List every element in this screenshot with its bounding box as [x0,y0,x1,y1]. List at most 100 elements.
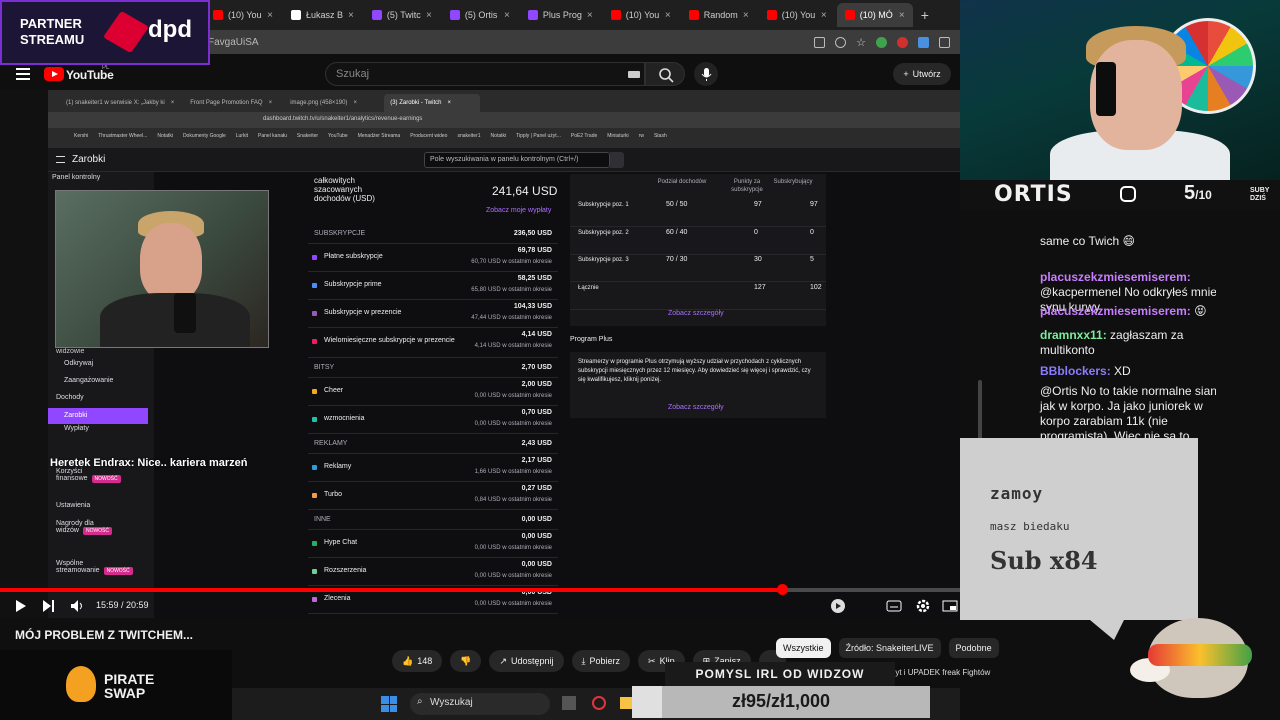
progress-bar[interactable] [0,584,960,595]
bookmark: rw [638,133,644,139]
taskbar-search[interactable]: ⌕ Wyszukaj [410,693,550,715]
filter-chip[interactable]: Podobne [948,638,999,658]
new-tab-icon[interactable]: + [921,7,929,23]
settings-icon[interactable] [915,598,931,614]
sidebar-item[interactable]: Zaangażowanie [48,377,148,384]
close-icon[interactable]: × [743,10,749,21]
sidebar-item[interactable]: Wspólne streamowanie NOWOŚĆ [48,560,148,575]
sidebar-item[interactable]: Wypłaty [48,425,148,432]
browser-tab[interactable]: (10) You × [603,3,679,27]
video-title[interactable]: MÓJ PROBLEM Z TWITCHEM... [15,628,193,642]
close-icon[interactable]: × [899,10,905,21]
pirate-line2: SWAP [104,685,146,701]
close-icon[interactable]: × [665,10,671,21]
sidebar-item[interactable]: Dochody [48,394,148,401]
category-swatch [312,283,317,288]
dpd-logo-text: dpd [148,16,192,43]
revenue-item: wzmocnienia 0,70 USD 0,00 USD w ostatnim o… [308,406,558,434]
bookmark: snakeiter1 [457,133,481,139]
browser-tab[interactable]: Plus Prog × [520,3,601,27]
dpd-cube-icon [102,10,150,54]
volume-icon[interactable] [70,599,86,613]
category-swatch [312,493,317,498]
subtitles-icon[interactable] [886,598,902,614]
close-icon[interactable]: × [267,10,273,21]
browser-tab[interactable]: (10) MÓ × [836,3,913,27]
windows-start-icon[interactable] [381,696,397,712]
item-value: 0,27 USD [521,485,552,492]
close-icon[interactable]: × [821,10,827,21]
browser-tab[interactable]: Łukasz B × [283,3,362,27]
menu-icon[interactable] [16,68,30,80]
item-label: Płatne subskrypcje [324,253,383,260]
item-value: 69,78 USD [517,247,552,254]
revenue-item: Subskrypcje w prezencie 104,33 USD 47,44 U… [308,300,558,328]
row-subs: 0 [810,229,814,236]
dislike-button[interactable]: 👎 [450,650,482,672]
adblock-icon[interactable] [897,36,908,48]
play-icon[interactable] [14,599,28,613]
filter-chip[interactable]: Źródło: SnakeiterLIVE [838,638,941,658]
tab-favicon-icon [527,10,538,20]
browser-tab[interactable]: (5) Ortis × [442,3,518,27]
voice-search-button[interactable] [694,62,718,86]
search-input[interactable]: Szukaj [325,62,645,86]
filter-chip[interactable]: Wszystkie [776,638,831,658]
table-row: Subskrypcje poz. 2 60 / 40 0 0 [570,229,826,255]
opera-icon[interactable] [592,696,606,710]
tab-favicon-icon [766,10,777,20]
extension-icon[interactable] [876,36,887,48]
video-player[interactable]: (1) snakeiter1 w serwisie X: „Jakby ki × F… [0,90,982,618]
sidebar-item[interactable]: Nagrody dla widzów NOWOŚĆ [48,520,148,535]
browser-tab[interactable]: (5) Twitc × [364,3,440,27]
next-icon[interactable] [42,599,56,613]
close-icon: × [268,100,273,106]
partner-line1: PARTNER [20,16,82,31]
donation-goal: zł95/zł1,000 [632,686,930,718]
star-icon[interactable]: ☆ [856,36,866,49]
microphone-icon [701,68,712,81]
facecam [55,190,269,348]
close-icon[interactable]: × [587,10,593,21]
item-previous: 1,66 USD w ostatnim okresie [474,469,552,475]
share-button[interactable]: ↗ Udostępnij [489,650,564,672]
sidebar-item[interactable]: Odkrywaj [48,360,148,367]
inner-tab-label: Front Page Promotion FAQ [190,100,263,106]
miniplayer-icon[interactable] [942,598,958,614]
cast-icon[interactable] [814,36,826,48]
close-icon: × [353,100,357,106]
close-icon[interactable]: × [426,10,432,21]
item-value: 4,14 USD [521,331,552,338]
browser-tab[interactable]: (10) You × [205,3,281,27]
zoom-icon[interactable] [835,36,847,48]
like-button[interactable]: 👍 148 [392,650,443,672]
section-value: 236,50 USD [513,230,552,237]
section-value: 2,70 USD [521,364,552,371]
payouts-link: Zobacz moje wypłaty [486,207,552,214]
close-icon[interactable]: × [348,10,354,21]
puzzle-icon[interactable] [939,36,950,48]
item-label: Reklamy [324,463,352,470]
browser-tab[interactable]: Random × [681,3,757,27]
close-icon[interactable]: × [504,10,510,21]
row-points: 0 [754,229,758,236]
row-name: Subskrypcje poz. 1 [578,202,629,208]
scrollbar [978,380,982,440]
sidebar-item[interactable]: Ustawienia [48,502,148,509]
extension-icon[interactable] [918,36,929,48]
search-button[interactable] [645,62,685,86]
create-button[interactable]: + Utwórz [893,63,951,85]
sidebar-item[interactable]: Zarobki [48,408,148,424]
task-view-icon[interactable] [562,696,576,710]
tab-favicon-icon [213,10,223,20]
bookmark: Tipply | Panel użyt... [516,133,561,139]
autoplay-icon[interactable] [829,598,847,614]
download-button[interactable]: ⤓ Pobierz [571,650,631,672]
alert-user: zamoy [990,484,1044,503]
youtube-logo-icon[interactable] [44,67,64,81]
browser-tab[interactable]: (10) You × [759,3,835,27]
bookmark: Snakeiter [296,133,319,139]
section-label: BITSY [314,364,335,371]
subscription-table: Podział dochodów Punkty za subskrypcje Sub… [570,174,826,326]
keyboard-icon[interactable] [628,71,640,78]
